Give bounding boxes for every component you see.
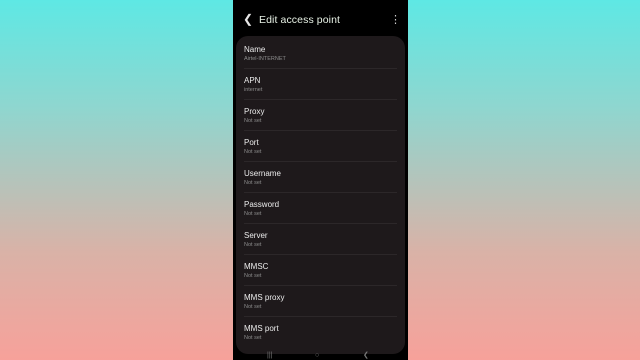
- list-item-username[interactable]: Username Not set: [236, 162, 405, 193]
- page-title: Edit access point: [259, 14, 341, 26]
- field-value: Not set: [244, 273, 262, 279]
- field-label: APN: [244, 76, 261, 85]
- list-item-name[interactable]: Name Airtel-INTERNET: [236, 38, 405, 69]
- field-value: internet: [244, 87, 263, 93]
- list-item-mms-port[interactable]: MMS port Not set: [236, 317, 405, 348]
- recent-apps-icon[interactable]: |||: [267, 352, 272, 360]
- phone-screen: ❮ Edit access point ⋮ Name Airtel-INTERN…: [233, 0, 408, 360]
- field-value: Airtel-INTERNET: [244, 56, 286, 62]
- list-item-mms-proxy[interactable]: MMS proxy Not set: [236, 286, 405, 317]
- field-value: Not set: [244, 211, 262, 217]
- more-vertical-icon[interactable]: ⋮: [390, 13, 401, 27]
- field-value: Not set: [244, 118, 262, 124]
- field-label: Server: [244, 231, 268, 240]
- list-item-apn[interactable]: APN internet: [236, 69, 405, 100]
- field-value: Not set: [244, 242, 262, 248]
- back-nav-icon[interactable]: ❮: [363, 352, 369, 360]
- list-item-server[interactable]: Server Not set: [236, 224, 405, 255]
- field-value: Not set: [244, 180, 262, 186]
- field-label: Proxy: [244, 107, 265, 116]
- list-item-mmsc[interactable]: MMSC Not set: [236, 255, 405, 286]
- field-label: MMS proxy: [244, 293, 285, 302]
- field-label: MMSC: [244, 262, 269, 271]
- back-arrow-icon[interactable]: ❮: [241, 12, 255, 26]
- list-item-proxy[interactable]: Proxy Not set: [236, 100, 405, 131]
- field-label: MMS port: [244, 324, 279, 333]
- field-label: Username: [244, 169, 281, 178]
- field-label: Name: [244, 45, 266, 54]
- list-item-password[interactable]: Password Not set: [236, 193, 405, 224]
- app-bar: ❮ Edit access point ⋮: [233, 0, 408, 36]
- list-item-port[interactable]: Port Not set: [236, 131, 405, 162]
- field-value: Not set: [244, 335, 262, 341]
- home-icon[interactable]: ○: [315, 352, 319, 360]
- settings-list: Name Airtel-INTERNET APN internet Proxy …: [236, 36, 405, 354]
- field-value: Not set: [244, 149, 262, 155]
- field-label: Port: [244, 138, 259, 147]
- navigation-bar: ||| ○ ❮: [233, 350, 408, 360]
- field-label: Password: [244, 200, 280, 209]
- field-value: Not set: [244, 304, 262, 310]
